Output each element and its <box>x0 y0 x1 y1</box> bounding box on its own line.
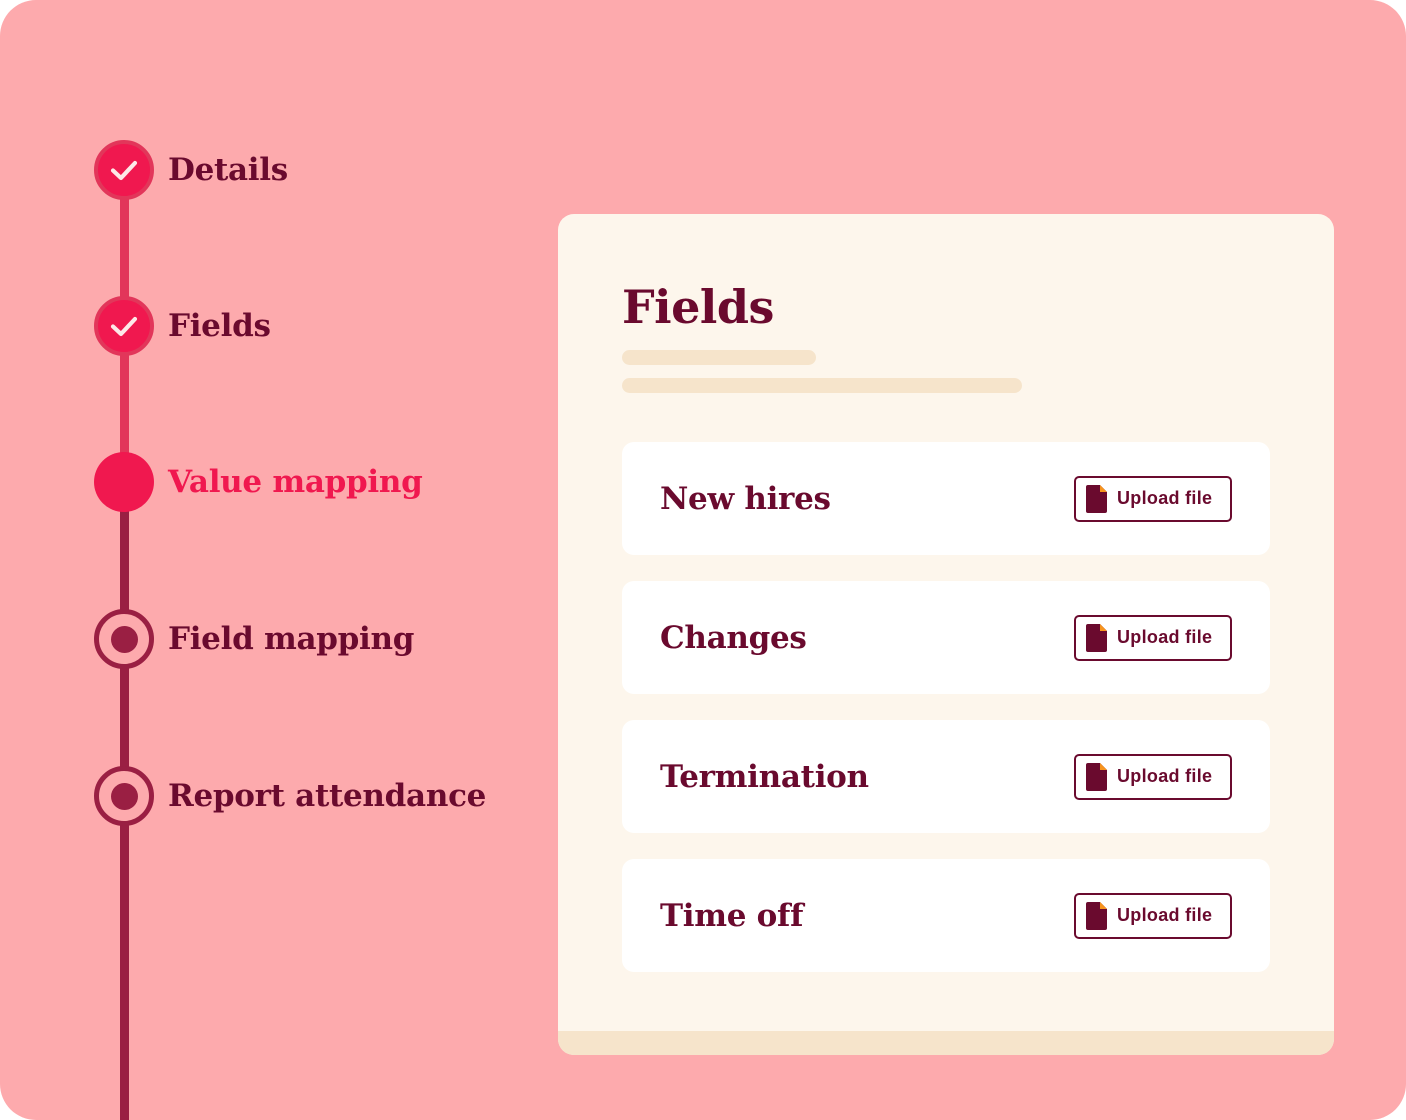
step-label: Field mapping <box>168 621 415 657</box>
illustration-canvas: Details Fields Value mapping Field mappi… <box>0 0 1406 1120</box>
step-label: Fields <box>168 308 271 344</box>
upload-button-label: Upload file <box>1117 766 1213 786</box>
check-icon <box>110 316 138 337</box>
upload-row-termination: Termination Upload file <box>622 720 1270 833</box>
upload-button-label: Upload file <box>1117 905 1213 925</box>
fields-card: Fields New hires Upload file Changes Upl… <box>558 214 1334 1055</box>
file-icon <box>1086 484 1107 513</box>
upload-file-button[interactable]: Upload file <box>1074 614 1232 661</box>
row-title: Changes <box>660 619 807 656</box>
step-upcoming-indicator <box>94 766 154 826</box>
step-label: Details <box>168 152 288 188</box>
upload-button-label: Upload file <box>1117 488 1213 508</box>
progress-stepper: Details Fields Value mapping Field mappi… <box>0 0 540 1120</box>
step-label: Report attendance <box>168 778 487 814</box>
step-upcoming-indicator <box>94 609 154 669</box>
placeholder-line <box>622 378 1022 393</box>
step-field-mapping[interactable]: Field mapping <box>94 608 414 670</box>
upload-file-button[interactable]: Upload file <box>1074 892 1232 939</box>
step-current-indicator <box>94 452 154 512</box>
card-footer <box>558 1031 1334 1055</box>
step-fields[interactable]: Fields <box>94 295 271 357</box>
step-report-attendance[interactable]: Report attendance <box>94 765 486 827</box>
upload-list: New hires Upload file Changes Upload fil… <box>622 442 1270 972</box>
upload-file-button[interactable]: Upload file <box>1074 753 1232 800</box>
upload-row-time-off: Time off Upload file <box>622 859 1270 972</box>
file-icon <box>1086 762 1107 791</box>
dot-icon <box>110 782 138 810</box>
dot-icon <box>110 625 138 653</box>
upload-file-button[interactable]: Upload file <box>1074 475 1232 522</box>
row-title: Termination <box>660 758 869 795</box>
row-title: Time off <box>660 897 804 934</box>
step-completed-indicator <box>94 296 154 356</box>
card-title: Fields <box>622 280 774 334</box>
step-completed-indicator <box>94 140 154 200</box>
row-title: New hires <box>660 480 831 517</box>
step-label: Value mapping <box>168 464 423 500</box>
placeholder-line <box>622 350 816 365</box>
upload-button-label: Upload file <box>1117 627 1213 647</box>
file-icon <box>1086 623 1107 652</box>
step-details[interactable]: Details <box>94 139 288 201</box>
upload-row-changes: Changes Upload file <box>622 581 1270 694</box>
step-value-mapping[interactable]: Value mapping <box>94 451 423 513</box>
check-icon <box>110 160 138 181</box>
file-icon <box>1086 901 1107 930</box>
upload-row-new-hires: New hires Upload file <box>622 442 1270 555</box>
